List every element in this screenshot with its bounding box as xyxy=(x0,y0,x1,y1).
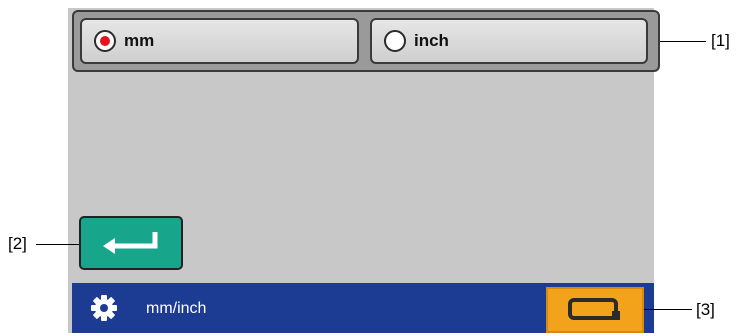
screen-title: mm/inch xyxy=(146,300,207,317)
option-mm[interactable]: mm xyxy=(80,18,359,64)
unit-option-bar: mm inch xyxy=(72,10,660,72)
option-inch[interactable]: inch xyxy=(370,18,648,64)
tape-cartridge-icon xyxy=(568,298,620,320)
cartridge-button[interactable] xyxy=(546,287,644,333)
callout-3-label: [3] xyxy=(696,300,715,319)
radio-selected-icon xyxy=(94,30,116,52)
callout-2-line xyxy=(36,244,79,245)
callout-1-label: [1] xyxy=(711,31,730,50)
callout-1-line xyxy=(660,41,706,42)
status-bar: mm/inch xyxy=(72,283,654,333)
option-inch-label: inch xyxy=(414,31,449,50)
callout-2-label: [2] xyxy=(8,234,27,253)
callout-3-line xyxy=(644,309,692,310)
option-mm-label: mm xyxy=(124,31,155,50)
enter-arrow-icon xyxy=(103,232,158,254)
radio-unselected-icon xyxy=(384,30,406,52)
gear-icon xyxy=(91,295,117,321)
enter-button[interactable] xyxy=(79,216,183,270)
